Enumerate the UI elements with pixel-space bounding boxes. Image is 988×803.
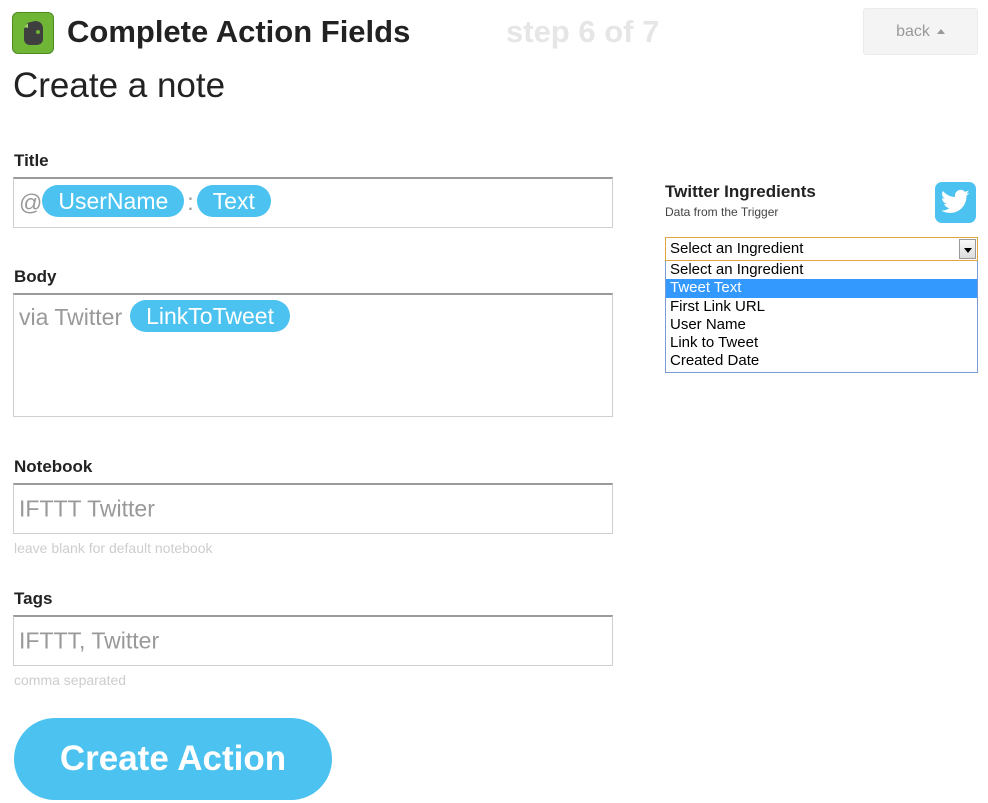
dropdown-option[interactable]: Created Date [666,352,977,370]
ingredient-dropdown: Select an Ingredient Tweet Text First Li… [665,261,978,373]
notebook-hint: leave blank for default notebook [14,540,213,556]
twitter-icon [935,182,976,223]
page-header: Complete Action Fields step 6 of 7 back [12,8,978,55]
dropdown-option[interactable]: Link to Tweet [666,334,977,352]
tags-hint: comma separated [14,672,127,688]
caret-up-icon [936,29,945,34]
dropdown-option-highlighted[interactable]: Tweet Text [666,279,977,298]
dropdown-option[interactable]: User Name [666,316,977,334]
title-separator: : [187,189,194,216]
title-field[interactable]: @ UserName: Text [13,177,613,228]
chevron-down-icon[interactable] [959,239,976,259]
notebook-label: Notebook [14,457,93,476]
ingredient-pill-linktotweet[interactable]: LinkToTweet [130,300,290,333]
body-label: Body [14,267,57,286]
tags-value: IFTTT, Twitter [19,627,160,654]
title-prefix: @ [19,189,43,216]
evernote-icon [12,12,54,54]
create-action-button[interactable]: Create Action [14,718,332,800]
ingredient-select[interactable]: Select an Ingredient [665,237,978,261]
ingredients-title: Twitter Ingredients [665,182,816,201]
body-prefix: via Twitter [19,304,123,331]
title-label: Title [14,151,49,170]
back-button[interactable]: back [863,8,978,55]
ingredient-pill-text[interactable]: Text [196,185,271,218]
action-subtitle: Create a note [13,66,226,105]
body-field[interactable]: via Twitter LinkToTweet [13,293,613,417]
ingredients-subtitle: Data from the Trigger [665,205,779,219]
ingredient-pill-username[interactable]: UserName [42,185,185,218]
notebook-field[interactable]: IFTTT Twitter [13,483,613,534]
back-label: back [896,22,930,40]
dropdown-option[interactable]: Select an Ingredient [666,261,977,279]
page-title: Complete Action Fields [67,14,411,49]
tags-label: Tags [14,589,53,608]
ingredient-select-value: Select an Ingredient [670,240,804,257]
dropdown-option[interactable]: First Link URL [666,298,977,316]
step-indicator: step 6 of 7 [506,14,660,49]
notebook-value: IFTTT Twitter [19,495,155,522]
tags-field[interactable]: IFTTT, Twitter [13,615,613,666]
